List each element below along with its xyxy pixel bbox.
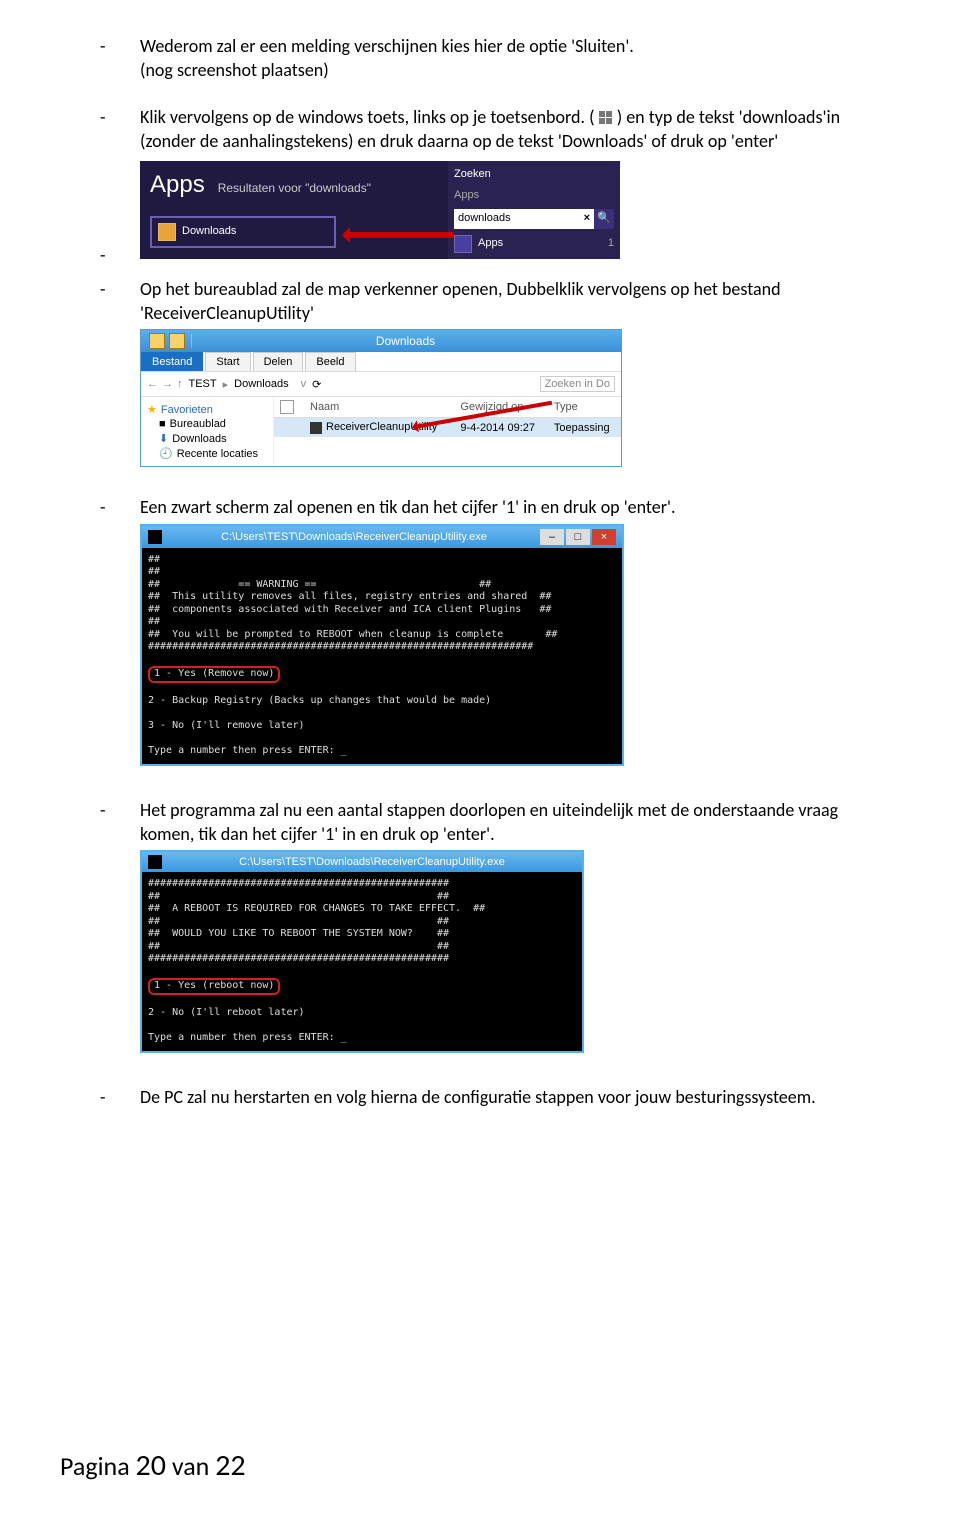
clear-icon[interactable]: × bbox=[580, 211, 594, 226]
step-text-a: Klik vervolgens op de windows toets, lin… bbox=[140, 106, 595, 128]
bullet-dash: - bbox=[100, 798, 140, 847]
step-console-reboot: - Het programma zal nu een aantal stappe… bbox=[100, 798, 860, 847]
apps-label: Apps bbox=[478, 236, 503, 251]
explorer-titlebar: Downloads bbox=[141, 330, 621, 352]
windows-key-icon bbox=[599, 111, 613, 125]
apps-result-tile[interactable]: Downloads bbox=[150, 216, 336, 248]
explorer-title: Downloads bbox=[198, 334, 613, 348]
step-console-enter-1: - Een zwart scherm zal openen en tik dan… bbox=[100, 495, 860, 519]
tab-bestand[interactable]: Bestand bbox=[141, 352, 203, 371]
search-value: downloads bbox=[458, 211, 580, 226]
file-type: Toepassing bbox=[548, 418, 621, 437]
apps-search-panel: Apps Resultaten voor "downloads" Downloa… bbox=[140, 161, 620, 259]
breadcrumb[interactable]: TEST bbox=[187, 378, 219, 390]
highlighted-option: 1 - Yes (Remove now) bbox=[148, 666, 280, 683]
search-input[interactable]: downloads × 🔍 bbox=[454, 209, 614, 229]
apps-subtitle: Resultaten voor "downloads" bbox=[218, 180, 371, 196]
console-output: ########################################… bbox=[142, 872, 582, 1051]
cmd-icon bbox=[148, 855, 162, 869]
console-window-warning: C:\Users\TEST\Downloads\ReceiverCleanupU… bbox=[140, 524, 624, 766]
exe-icon bbox=[310, 422, 322, 434]
sidebar-desktop[interactable]: ■Bureaublad bbox=[159, 418, 267, 430]
sidebar-recent[interactable]: 🕘Recente locaties bbox=[159, 447, 267, 460]
step-text: Op het bureaublad zal de map verkenner o… bbox=[140, 278, 781, 324]
bullet-dash: - bbox=[100, 243, 140, 273]
step-windows-key: - Klik vervolgens op de windows toets, l… bbox=[100, 105, 860, 154]
step-text: Een zwart scherm zal openen en tik dan h… bbox=[140, 496, 676, 518]
step-close-dialog: - Wederom zal er een melding verschijnen… bbox=[100, 34, 860, 83]
col-name[interactable]: Naam bbox=[304, 397, 454, 418]
step-text: Het programma zal nu een aantal stappen … bbox=[140, 799, 838, 845]
step-text: De PC zal nu herstarten en volg hierna d… bbox=[140, 1086, 816, 1108]
explorer-ribbon-tabs: Bestand Start Delen Beeld bbox=[141, 352, 621, 371]
downloads-icon: ⬇ bbox=[159, 432, 168, 445]
col-type[interactable]: Type bbox=[548, 397, 621, 418]
chevron-right-icon: ▸ bbox=[223, 378, 229, 391]
explorer-address-bar[interactable]: ← → ↑ TEST ▸ Downloads v ⟳ Zoeken in Do bbox=[141, 371, 621, 397]
highlighted-option: 1 - Yes (reboot now) bbox=[148, 978, 280, 995]
cmd-icon bbox=[148, 530, 162, 544]
desktop-icon: ■ bbox=[159, 418, 166, 430]
close-button[interactable]: × bbox=[592, 529, 616, 545]
bullet-dash: - bbox=[100, 1085, 140, 1109]
console-titlebar: C:\Users\TEST\Downloads\ReceiverCleanupU… bbox=[142, 526, 622, 548]
bullet-dash: - bbox=[100, 105, 140, 154]
step-subtext: (nog screenshot plaatsen) bbox=[140, 59, 329, 81]
explorer-file-list: Naam Gewijzigd op Type ReceiverCleanupUt… bbox=[274, 397, 621, 466]
file-date: 9-4-2014 09:27 bbox=[454, 418, 548, 437]
nav-back-icon[interactable]: ← bbox=[147, 378, 158, 390]
recent-icon: 🕘 bbox=[159, 447, 173, 460]
page-current: 20 bbox=[136, 1447, 166, 1484]
explorer-sidebar: ★Favorieten ■Bureaublad ⬇Downloads 🕘Rece… bbox=[141, 397, 274, 466]
breadcrumb[interactable]: Downloads bbox=[232, 378, 290, 390]
annotation-arrow-icon bbox=[344, 232, 454, 238]
console-title-path: C:\Users\TEST\Downloads\ReceiverCleanupU… bbox=[168, 531, 540, 543]
bullet-dash: - bbox=[100, 277, 140, 326]
footer-mid: van bbox=[166, 1450, 215, 1482]
quick-access-icons bbox=[149, 333, 185, 349]
search-category: Apps bbox=[454, 188, 614, 203]
console-window-reboot: C:\Users\TEST\Downloads\ReceiverCleanupU… bbox=[140, 850, 584, 1053]
tab-delen[interactable]: Delen bbox=[253, 352, 304, 371]
search-heading: Zoeken bbox=[454, 167, 614, 182]
minimize-button[interactable]: – bbox=[540, 529, 564, 545]
apps-tile-label: Downloads bbox=[182, 224, 236, 239]
apps-title: Apps bbox=[150, 169, 205, 201]
explorer-search-input[interactable]: Zoeken in Do bbox=[540, 376, 615, 392]
search-icon[interactable]: 🔍 bbox=[594, 209, 614, 229]
page-footer: Pagina 20 van 22 bbox=[60, 1447, 246, 1484]
bullet-dash: - bbox=[100, 34, 140, 83]
step-restart-followup: - De PC zal nu herstarten en volg hierna… bbox=[100, 1085, 860, 1109]
step-open-explorer: - Op het bureaublad zal de map verkenner… bbox=[100, 277, 860, 326]
search-scope-apps[interactable]: Apps 1 bbox=[454, 235, 614, 253]
table-header-row: Naam Gewijzigd op Type bbox=[274, 397, 621, 418]
apps-count: 1 bbox=[608, 236, 614, 251]
nav-fwd-icon[interactable]: → bbox=[162, 378, 173, 390]
sidebar-favorites[interactable]: ★Favorieten bbox=[147, 403, 267, 416]
refresh-icon[interactable]: ⟳ bbox=[312, 378, 321, 391]
footer-pre: Pagina bbox=[60, 1450, 136, 1482]
page-total: 22 bbox=[215, 1447, 245, 1484]
tab-start[interactable]: Start bbox=[205, 352, 250, 371]
bullet-dash: - bbox=[100, 495, 140, 519]
folder-icon bbox=[158, 223, 176, 241]
console-title-path: C:\Users\TEST\Downloads\ReceiverCleanupU… bbox=[168, 856, 576, 868]
checkbox-icon[interactable] bbox=[280, 400, 294, 414]
maximize-button[interactable]: □ bbox=[566, 529, 590, 545]
search-placeholder: Zoeken in Do bbox=[545, 378, 610, 390]
console-output: ## ## ## == WARNING == ## ## This utilit… bbox=[142, 548, 622, 764]
console-titlebar: C:\Users\TEST\Downloads\ReceiverCleanupU… bbox=[142, 852, 582, 872]
nav-up-icon[interactable]: ↑ bbox=[177, 378, 183, 390]
tab-beeld[interactable]: Beeld bbox=[305, 352, 355, 371]
star-icon: ★ bbox=[147, 403, 157, 416]
sidebar-downloads[interactable]: ⬇Downloads bbox=[159, 432, 267, 445]
step-text: Wederom zal er een melding verschijnen k… bbox=[140, 35, 634, 57]
step-apps-screenshot-row: - Apps Resultaten voor "downloads" Downl… bbox=[100, 157, 860, 273]
apps-icon bbox=[454, 235, 472, 253]
file-explorer-window: Downloads Bestand Start Delen Beeld ← → … bbox=[140, 329, 622, 467]
